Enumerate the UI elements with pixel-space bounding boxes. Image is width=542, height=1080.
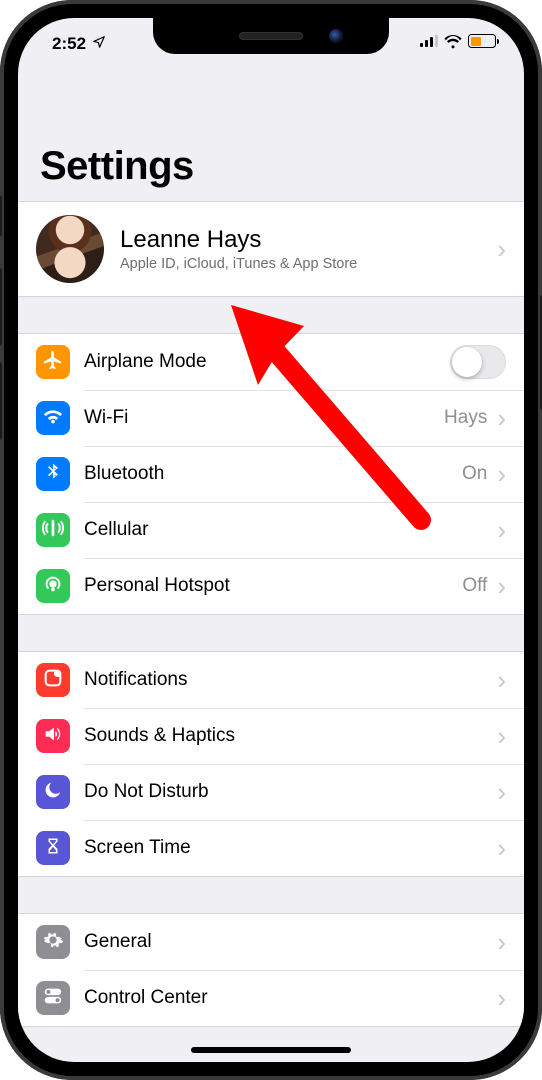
settings-row-bt[interactable]: BluetoothOn ›	[18, 446, 524, 502]
settings-row-dnd[interactable]: Do Not Disturb›	[18, 764, 524, 820]
mute-switch	[0, 195, 2, 237]
chevron-right-icon: ›	[497, 461, 506, 487]
page-header: Settings	[18, 66, 524, 201]
chevron-right-icon: ›	[497, 236, 506, 262]
row-value: Hays	[444, 407, 487, 429]
account-name: Leanne Hays	[120, 226, 495, 254]
row-label: Wi-Fi	[84, 407, 444, 429]
chevron-right-icon: ›	[497, 985, 506, 1011]
cellular-signal-icon	[420, 35, 438, 47]
chevron-right-icon: ›	[497, 723, 506, 749]
hourglass-icon	[36, 831, 70, 865]
row-label: Cellular	[84, 519, 495, 541]
settings-row-cell[interactable]: Cellular›	[18, 502, 524, 558]
hotspot-icon	[36, 569, 70, 603]
gear-icon	[36, 925, 70, 959]
group-gap	[18, 877, 524, 913]
page-title: Settings	[40, 144, 502, 189]
settings-group-general: General›Control Center›	[18, 913, 524, 1027]
account-subtitle: Apple ID, iCloud, iTunes & App Store	[120, 256, 495, 272]
chevron-right-icon: ›	[497, 517, 506, 543]
row-label: Notifications	[84, 669, 495, 691]
notifications-icon	[36, 663, 70, 697]
row-label: Control Center	[84, 987, 495, 1009]
row-label: Sounds & Haptics	[84, 725, 495, 747]
row-label: Personal Hotspot	[84, 575, 462, 597]
volume-up-button	[0, 268, 2, 346]
row-label: Airplane Mode	[84, 351, 450, 373]
bluetooth-icon	[36, 457, 70, 491]
settings-row-cc[interactable]: Control Center›	[18, 970, 524, 1026]
group-gap	[18, 297, 524, 333]
control-center-icon	[36, 981, 70, 1015]
avatar	[36, 215, 104, 283]
row-label: Do Not Disturb	[84, 781, 495, 803]
cellular-icon	[36, 513, 70, 547]
chevron-right-icon: ›	[497, 835, 506, 861]
row-value: On	[462, 463, 487, 485]
chevron-right-icon: ›	[497, 779, 506, 805]
volume-down-button	[0, 362, 2, 440]
front-camera	[329, 29, 343, 43]
sounds-icon	[36, 719, 70, 753]
notch	[153, 18, 389, 54]
account-row[interactable]: Leanne Hays Apple ID, iCloud, iTunes & A…	[18, 202, 524, 296]
chevron-right-icon: ›	[497, 573, 506, 599]
chevron-right-icon: ›	[497, 667, 506, 693]
settings-row-st[interactable]: Screen Time›	[18, 820, 524, 876]
row-value: Off	[462, 575, 487, 597]
moon-icon	[36, 775, 70, 809]
settings-row-general[interactable]: General›	[18, 914, 524, 970]
status-time: 2:52	[52, 34, 86, 54]
wifi-icon	[36, 401, 70, 435]
wifi-status-icon	[444, 34, 462, 48]
row-label: Screen Time	[84, 837, 495, 859]
airplane-icon	[36, 345, 70, 379]
phone-frame: 2:52 Settings Leanne Hays	[0, 0, 542, 1080]
settings-group-connectivity: Airplane ModeWi-FiHays›BluetoothOn›Cellu…	[18, 333, 524, 615]
settings-row-notif[interactable]: Notifications›	[18, 652, 524, 708]
location-arrow-icon	[92, 34, 106, 54]
speaker-grille	[239, 32, 303, 40]
row-label: Bluetooth	[84, 463, 462, 485]
settings-row-sounds[interactable]: Sounds & Haptics›	[18, 708, 524, 764]
settings-row-hotspot[interactable]: Personal HotspotOff ›	[18, 558, 524, 614]
toggle-airplane[interactable]	[450, 345, 506, 379]
home-indicator[interactable]	[191, 1047, 351, 1053]
settings-row-airplane[interactable]: Airplane Mode	[18, 334, 524, 390]
screen: 2:52 Settings Leanne Hays	[18, 18, 524, 1062]
chevron-right-icon: ›	[497, 929, 506, 955]
row-label: General	[84, 931, 495, 953]
settings-row-wifi[interactable]: Wi-FiHays ›	[18, 390, 524, 446]
account-group: Leanne Hays Apple ID, iCloud, iTunes & A…	[18, 201, 524, 297]
battery-icon	[468, 34, 496, 48]
chevron-right-icon: ›	[497, 405, 506, 431]
settings-group-notifications: Notifications›Sounds & Haptics›Do Not Di…	[18, 651, 524, 877]
group-gap	[18, 615, 524, 651]
